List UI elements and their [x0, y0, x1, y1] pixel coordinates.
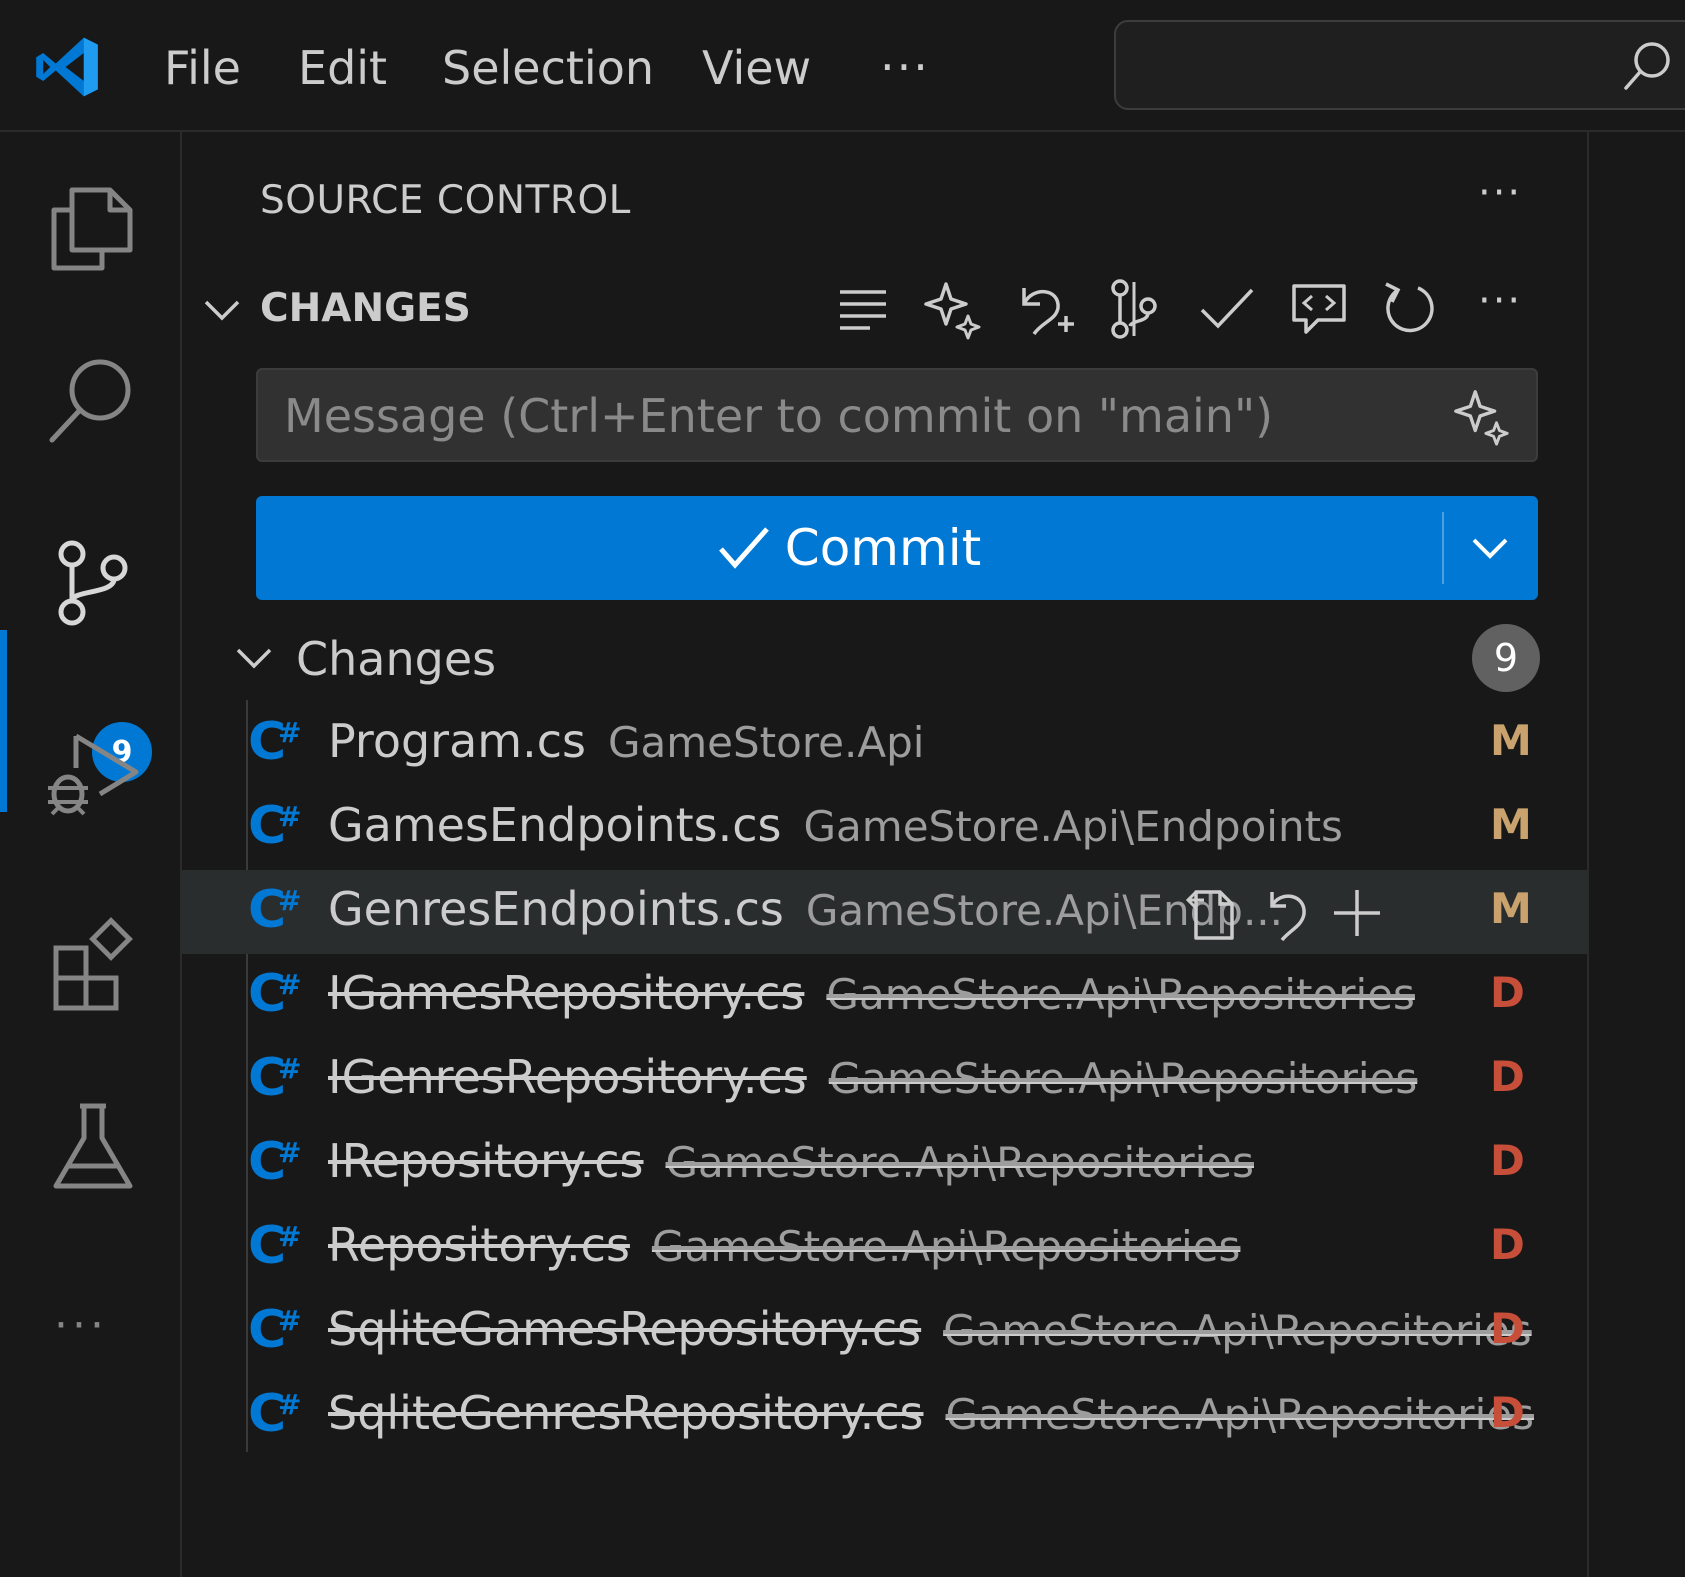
chevron-down-icon[interactable]	[200, 288, 244, 332]
menu-view[interactable]: View	[702, 38, 811, 98]
commit-check-icon[interactable]	[1196, 278, 1258, 340]
file-path: GameStore.Api\Repositories	[828, 1054, 1418, 1103]
file-path: GameStore.Api\Endpoints	[803, 802, 1343, 851]
menu-selection[interactable]: Selection	[442, 38, 654, 98]
check-icon	[718, 527, 769, 569]
file-name: SqliteGenresRepository.cs GameStore.Api\R…	[328, 1386, 1534, 1440]
generate-message-sparkle-icon[interactable]	[1452, 386, 1512, 446]
commit-button[interactable]: Commit	[256, 496, 1442, 600]
menu-file[interactable]: File	[164, 38, 241, 98]
file-name: Repository.cs GameStore.Api\Repositories	[328, 1218, 1240, 1272]
file-name: SqliteGamesRepository.cs GameStore.Api\Re…	[328, 1302, 1532, 1356]
file-name-text: SqliteGenresRepository.cs	[328, 1386, 924, 1440]
file-name-text: IRepository.cs	[328, 1134, 644, 1188]
file-path: GameStore.Api	[607, 718, 925, 767]
file-name-text: GamesEndpoints.cs	[328, 798, 782, 852]
commit-separator	[1442, 512, 1444, 584]
file-name: GenresEndpoints.cs GameStore.Api\Endp...	[328, 882, 1283, 936]
file-status-badge: D	[1490, 1304, 1525, 1353]
file-path: GameStore.Api\Repositories	[826, 970, 1415, 1019]
file-status-badge: M	[1490, 884, 1532, 933]
file-name-text: Program.cs	[328, 714, 586, 768]
csharp-file-icon: C #	[248, 964, 302, 1024]
sidebar-more-button[interactable]: ···	[1478, 170, 1522, 216]
file-status-badge: D	[1490, 1052, 1525, 1101]
file-name-text: IGamesRepository.cs	[328, 966, 805, 1020]
file-row[interactable]: C # SqliteGenresRepository.cs GameStore.Api…	[182, 1374, 1587, 1458]
file-name: IRepository.cs GameStore.Api\Repositories	[328, 1134, 1254, 1188]
csharp-file-icon: C #	[248, 1300, 302, 1360]
menu-more-button[interactable]: ···	[880, 40, 930, 94]
file-name-text: Repository.cs	[328, 1218, 630, 1272]
file-name: GamesEndpoints.cs GameStore.Api\Endpoints	[328, 798, 1343, 852]
commit-button-label: Commit	[784, 519, 982, 577]
chevron-down-icon	[1472, 538, 1508, 559]
csharp-file-icon: C #	[248, 1216, 302, 1276]
csharp-file-icon: C #	[248, 880, 302, 940]
search-icon[interactable]	[42, 350, 142, 450]
more-views-button[interactable]: ···	[54, 1300, 108, 1351]
file-status-badge: D	[1490, 1136, 1525, 1185]
file-name-text: SqliteGamesRepository.cs	[328, 1302, 922, 1356]
discard-changes-icon[interactable]	[1258, 884, 1316, 942]
open-file-icon[interactable]	[1182, 884, 1240, 942]
file-status-badge: M	[1490, 800, 1532, 849]
file-row[interactable]: C # IRepository.cs GameStore.Api\Repositori…	[182, 1122, 1587, 1206]
file-path: GameStore.Api\Repositories	[943, 1306, 1532, 1355]
explorer-icon[interactable]	[42, 176, 142, 276]
changes-group-label[interactable]: Changes	[296, 632, 496, 686]
file-row[interactable]: C # Repository.cs GameStore.Api\Repositorie…	[182, 1206, 1587, 1290]
chevron-down-icon[interactable]	[232, 636, 276, 680]
file-status-badge: D	[1490, 1388, 1525, 1437]
sidebar-title: SOURCE CONTROL	[260, 178, 631, 223]
file-path: GameStore.Api\Repositories	[665, 1138, 1254, 1187]
file-row[interactable]: C # GamesEndpoints.cs GameStore.Api\Endpoin…	[182, 786, 1587, 870]
vscode-logo-icon	[36, 37, 98, 97]
command-center[interactable]	[1114, 20, 1685, 110]
menu-edit[interactable]: Edit	[298, 38, 387, 98]
commit-dropdown-button[interactable]	[1442, 496, 1538, 600]
commit-message-input[interactable]	[282, 384, 1446, 448]
file-status-badge: D	[1490, 1220, 1525, 1269]
csharp-file-icon: C #	[248, 712, 302, 772]
file-path: GameStore.Api\Repositories	[651, 1222, 1241, 1271]
file-status-badge: M	[1490, 716, 1532, 765]
undo-commit-icon[interactable]	[1014, 278, 1076, 340]
commit-message-box	[256, 368, 1538, 462]
file-row[interactable]: C # IGenresRepository.cs GameStore.Api\Repo…	[182, 1038, 1587, 1122]
testing-icon[interactable]	[42, 1096, 142, 1196]
file-name: IGenresRepository.cs GameStore.Api\Reposi…	[328, 1050, 1417, 1104]
file-row[interactable]: C # Program.cs GameStore.Api M	[182, 702, 1587, 786]
refresh-icon[interactable]	[1378, 278, 1440, 340]
csharp-file-icon: C #	[248, 796, 302, 856]
file-name: IGamesRepository.cs GameStore.Api\Reposit…	[328, 966, 1415, 1020]
search-icon[interactable]	[1620, 38, 1676, 94]
changes-section-header[interactable]: CHANGES	[260, 286, 471, 331]
file-row[interactable]: C # IGamesRepository.cs GameStore.Api\Repos…	[182, 954, 1587, 1038]
csharp-file-icon: C #	[248, 1132, 302, 1192]
file-status-badge: D	[1490, 968, 1525, 1017]
csharp-file-icon: C #	[248, 1048, 302, 1108]
branch-graph-icon[interactable]	[1104, 278, 1166, 340]
file-name: Program.cs GameStore.Api	[328, 714, 924, 768]
file-row[interactable]: C # SqliteGamesRepository.cs GameStore.Api\…	[182, 1290, 1587, 1374]
stage-changes-icon[interactable]	[1328, 884, 1386, 942]
code-review-icon[interactable]	[1288, 278, 1350, 340]
run-debug-icon[interactable]	[42, 722, 142, 822]
file-path: GameStore.Api\Repositories	[945, 1390, 1534, 1439]
file-row[interactable]: C # GenresEndpoints.cs GameStore.Api\Endp..…	[182, 870, 1587, 954]
view-as-list-icon[interactable]	[832, 278, 894, 340]
file-name-text: IGenresRepository.cs	[328, 1050, 807, 1104]
active-indicator	[0, 630, 7, 812]
activity-bar: 9 ···	[0, 132, 182, 1577]
changes-count-badge: 9	[1472, 624, 1540, 692]
source-control-icon[interactable]	[42, 532, 142, 632]
more-actions-button[interactable]: ···	[1478, 278, 1522, 324]
sparkle-icon[interactable]	[922, 278, 984, 340]
file-name-text: GenresEndpoints.cs	[328, 882, 784, 936]
extensions-icon[interactable]	[42, 914, 142, 1014]
csharp-file-icon: C #	[248, 1384, 302, 1444]
title-bar: File Edit Selection View ···	[0, 0, 1685, 132]
